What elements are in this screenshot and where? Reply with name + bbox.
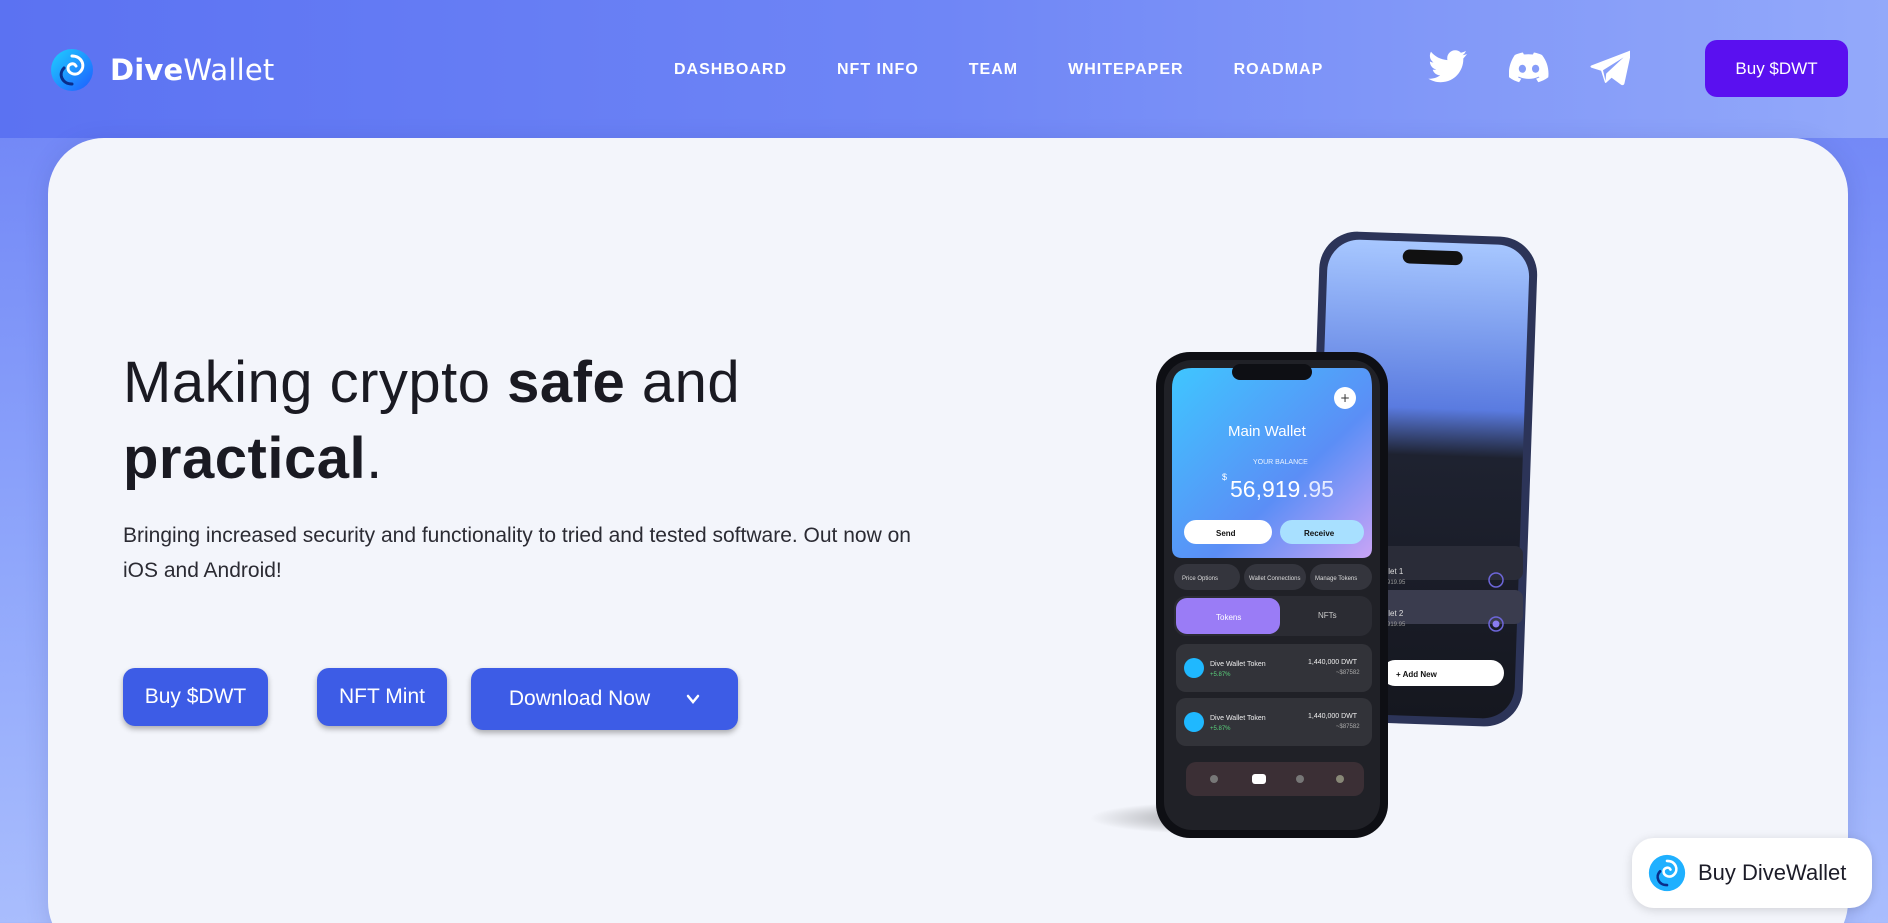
option-price: Price Options: [1182, 576, 1218, 582]
main-wallet-title: Main Wallet: [1228, 423, 1307, 440]
hero-subtext: Bringing increased security and function…: [123, 524, 911, 582]
discord-icon[interactable]: [1508, 50, 1549, 86]
nav-team[interactable]: TEAM: [969, 61, 1018, 79]
logo-text-rest: Wallet: [183, 53, 275, 87]
divewallet-logo-icon: [51, 49, 93, 91]
logo-text-bold: Dive: [110, 53, 184, 87]
twitter-icon[interactable]: [1428, 50, 1468, 86]
main-nav: DASHBOARD NFT INFO TEAM WHITEPAPER ROADM…: [674, 61, 1373, 79]
token-2-amount: 1,440,000 DWT: [1308, 713, 1358, 720]
token-1-name: Dive Wallet Token: [1210, 661, 1266, 668]
site-header: DiveWallet DASHBOARD NFT INFO TEAM WHITE…: [0, 0, 1888, 138]
token-1-value: ~$87582: [1336, 670, 1360, 676]
buy-divewallet-label: Buy DiveWallet: [1698, 860, 1847, 885]
send-label: Send: [1216, 529, 1236, 538]
logo[interactable]: DiveWallet: [50, 48, 275, 92]
download-now-button[interactable]: Download Now: [471, 668, 738, 730]
download-now-label: Download Now: [508, 687, 651, 710]
nav-nft-info[interactable]: NFT INFO: [837, 61, 919, 79]
tab-nfts: NFTs: [1318, 611, 1337, 620]
option-manage-tokens: Manage Tokens: [1315, 576, 1357, 582]
social-links: [1428, 50, 1671, 86]
headline-period: .: [366, 426, 383, 491]
chevron-down-icon: [686, 694, 700, 704]
divewallet-logo-icon: [1648, 854, 1686, 892]
nav-whitepaper[interactable]: WHITEPAPER: [1068, 61, 1183, 79]
token-1-change: +5.87%: [1210, 672, 1231, 678]
nav-roadmap[interactable]: ROADMAP: [1234, 61, 1324, 79]
headline-text-2: and: [625, 350, 741, 415]
headline-bold-practical: practical: [123, 426, 367, 491]
token-2-value: ~$87582: [1336, 724, 1360, 730]
hero-headline: Making crypto safe and practical.: [123, 345, 923, 497]
phones-illustration: allet 1 6,919.95 allet 2 9,919.95 + Add …: [1090, 231, 1538, 838]
token-2-name: Dive Wallet Token: [1210, 715, 1266, 722]
headline-text-1: Making crypto: [123, 350, 508, 415]
buy-dwt-header-button[interactable]: Buy $DWT: [1705, 40, 1848, 97]
balance-label: YOUR BALANCE: [1253, 459, 1308, 466]
nft-mint-button[interactable]: NFT Mint: [317, 668, 447, 726]
add-new-label: + Add New: [1396, 670, 1438, 679]
buy-divewallet-widget[interactable]: Buy DiveWallet: [1632, 838, 1872, 908]
balance-currency: $: [1222, 472, 1227, 482]
headline-bold-safe: safe: [507, 350, 626, 415]
token-1-amount: 1,440,000 DWT: [1308, 659, 1358, 666]
balance-main: 56,919: [1230, 476, 1300, 502]
telegram-icon[interactable]: [1590, 50, 1632, 86]
buy-dwt-button[interactable]: Buy $DWT: [123, 668, 268, 726]
balance-cents: .95: [1302, 476, 1334, 502]
nav-dashboard[interactable]: DASHBOARD: [674, 61, 787, 79]
plus-icon: +: [1340, 391, 1350, 405]
option-wallet-connections: Wallet Connections: [1249, 576, 1300, 582]
token-2-change: +5.87%: [1210, 726, 1231, 732]
front-phone: + Main Wallet YOUR BALANCE $ 56,919 .95 …: [1156, 352, 1388, 838]
receive-label: Receive: [1304, 529, 1335, 538]
tab-tokens: Tokens: [1216, 613, 1241, 622]
